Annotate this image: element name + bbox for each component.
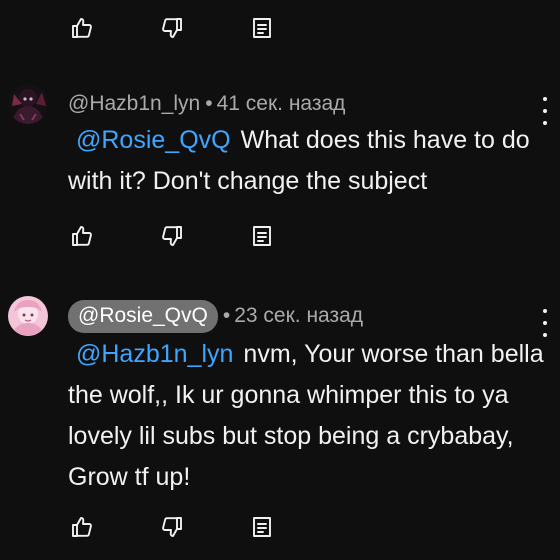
dislike-button[interactable] [160, 16, 184, 40]
thumb-up-icon [72, 517, 92, 537]
comment-body: @Hazb1n_lyn nvm, Your worse than bella th… [68, 334, 548, 498]
dislike-button[interactable] [160, 224, 184, 248]
thumb-down-icon [162, 517, 182, 537]
reply-button[interactable] [250, 515, 274, 539]
more-options-button[interactable] [540, 309, 550, 337]
meta-separator: • [205, 92, 213, 115]
avatar-image [8, 84, 48, 124]
comment-author[interactable]: @Hazb1n_lyn [68, 92, 200, 116]
comment-body: @Rosie_QvQ What does this have to do with… [68, 120, 548, 202]
comment-meta: @Hazb1n_lyn • 41 сек. назад [68, 90, 345, 118]
avatar[interactable] [8, 296, 48, 336]
reply-icon [253, 517, 271, 537]
comment-actions [70, 222, 340, 250]
thumb-down-icon [162, 226, 182, 246]
more-vertical-icon [543, 309, 547, 313]
like-button[interactable] [70, 224, 94, 248]
like-button[interactable] [70, 16, 94, 40]
reply-icon [253, 18, 271, 38]
comment-actions [70, 513, 340, 541]
thumb-up-icon [72, 18, 92, 38]
dislike-button[interactable] [160, 515, 184, 539]
avatar-image [8, 296, 48, 336]
thumb-down-icon [162, 18, 182, 38]
comment-author-pill[interactable]: @Rosie_QvQ [68, 299, 218, 333]
avatar[interactable] [8, 84, 48, 124]
reply-icon [253, 226, 271, 246]
more-vertical-icon [543, 97, 547, 101]
meta-separator: • [222, 304, 231, 327]
like-button[interactable] [70, 515, 94, 539]
comment-time: 41 сек. назад [216, 92, 346, 115]
mention-link[interactable]: @Hazb1n_lyn [76, 340, 233, 368]
more-dot [543, 321, 547, 325]
reply-button[interactable] [250, 16, 274, 40]
reply-button[interactable] [250, 224, 274, 248]
top-comment-actions [70, 14, 340, 42]
more-dot [543, 109, 547, 113]
comment-time: 23 сек. назад [234, 304, 364, 327]
comment-meta: @Rosie_QvQ • 23 сек. назад [68, 299, 364, 333]
thumb-up-icon [72, 226, 92, 246]
mention-link[interactable]: @Rosie_QvQ [76, 126, 231, 154]
